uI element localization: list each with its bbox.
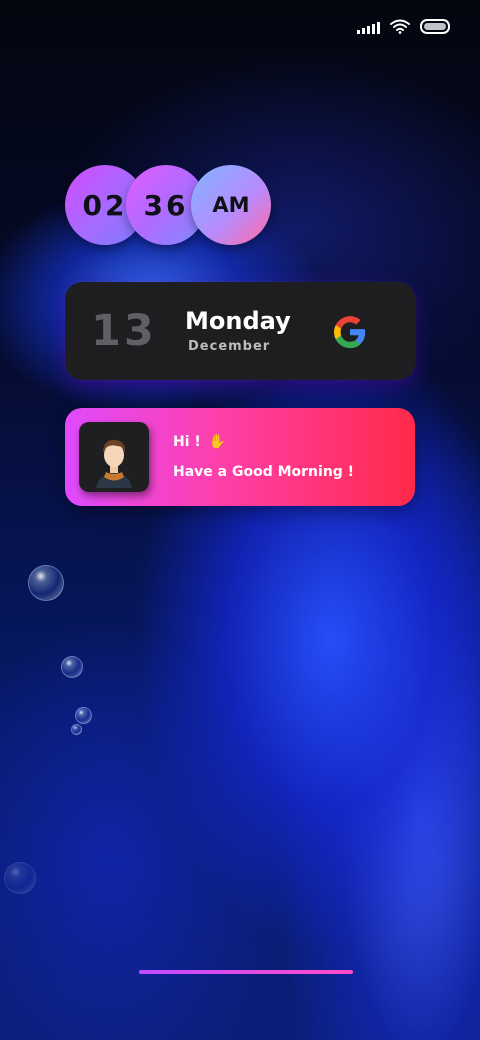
wifi-icon bbox=[390, 19, 410, 34]
clock-minute-text: 36 bbox=[143, 188, 189, 222]
greeting-hi: Hi ! ✋ bbox=[173, 434, 226, 450]
google-g-icon[interactable] bbox=[331, 313, 369, 351]
greeting-hi-text: Hi ! bbox=[173, 434, 201, 450]
home-indicator[interactable] bbox=[139, 970, 353, 974]
battery-icon bbox=[420, 19, 450, 34]
bubble-decoration bbox=[61, 656, 83, 678]
wallpaper bbox=[0, 0, 480, 1040]
user-avatar[interactable] bbox=[79, 422, 149, 492]
avatar-illustration bbox=[96, 439, 132, 488]
bubble-decoration bbox=[4, 862, 36, 894]
bubble-decoration bbox=[75, 707, 92, 724]
date-day: 13 bbox=[91, 306, 157, 356]
bubble-decoration bbox=[28, 565, 64, 601]
phone-home-screen: 02 36 AM 13 Monday December Hi ! ✋ Have bbox=[0, 0, 480, 1040]
cellular-signal-icon bbox=[357, 20, 380, 34]
clock-period[interactable]: AM bbox=[191, 165, 271, 245]
bubble-decoration bbox=[71, 724, 82, 735]
greeting-message: Have a Good Morning ! bbox=[173, 464, 355, 480]
clock-period-text: AM bbox=[212, 193, 250, 217]
clock-hour-text: 02 bbox=[82, 188, 128, 222]
date-month: December bbox=[188, 339, 271, 354]
status-bar bbox=[357, 19, 450, 34]
date-widget[interactable]: 13 Monday December bbox=[65, 282, 415, 380]
greeting-widget[interactable]: Hi ! ✋ Have a Good Morning ! bbox=[65, 408, 415, 506]
waving-hand-icon: ✋ bbox=[208, 434, 227, 450]
date-weekday: Monday bbox=[185, 307, 291, 335]
